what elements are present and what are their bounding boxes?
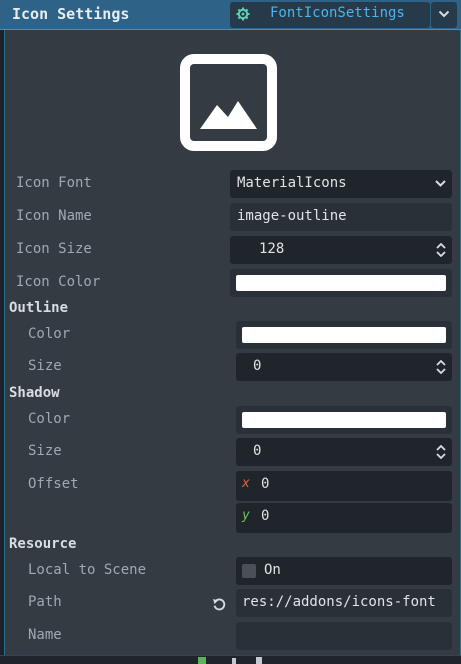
shadow-offset-y-value: 0 [261, 508, 270, 524]
spin-arrows-icon[interactable] [436, 243, 446, 257]
shadow-size-spinbox[interactable]: 0 [236, 438, 452, 466]
shadow-color-picker[interactable] [236, 406, 452, 434]
name-input[interactable] [236, 622, 452, 650]
resource-section-title: Resource [9, 536, 77, 552]
color-swatch [242, 327, 446, 343]
shadow-offset-x-value: 0 [261, 476, 270, 492]
icon-font-value: MaterialIcons [237, 175, 347, 191]
outline-section-title: Outline [9, 300, 69, 316]
resource-picker[interactable]: FontIconSettings [230, 2, 430, 28]
status-mark [256, 657, 262, 664]
icon-font-select[interactable]: MaterialIcons [230, 170, 452, 198]
shadow-offset-x-input[interactable]: x 0 [236, 471, 452, 501]
icon-color-picker[interactable] [230, 269, 452, 297]
local-to-scene-checkbox[interactable]: On [236, 557, 452, 585]
icon-name-value: image-outline [237, 208, 347, 224]
local-to-scene-label: Local to Scene [28, 562, 147, 578]
shadow-size-value: 0 [253, 443, 262, 459]
color-swatch [236, 275, 446, 291]
icon-size-spinbox[interactable]: 128 [230, 236, 452, 264]
chevron-down-icon [435, 180, 446, 187]
axis-x-label: x [242, 476, 250, 491]
outline-size-spinbox[interactable]: 0 [236, 353, 452, 381]
shadow-color-label: Color [28, 411, 71, 427]
icon-font-label: Icon Font [16, 175, 92, 191]
icon-name-label: Icon Name [16, 208, 92, 224]
icon-name-input[interactable]: image-outline [230, 203, 452, 231]
revert-icon[interactable] [212, 597, 226, 611]
path-label: Path [28, 594, 62, 610]
shadow-offset-label: Offset [28, 476, 79, 492]
spin-arrows-icon[interactable] [436, 360, 446, 374]
chevron-down-icon [438, 10, 450, 18]
bottom-bar [0, 655, 461, 664]
icon-color-label: Icon Color [16, 274, 101, 290]
icon-size-value: 128 [259, 241, 285, 257]
section-title: Icon Settings [12, 5, 130, 23]
outline-size-label: Size [28, 358, 62, 374]
name-label: Name [28, 627, 62, 643]
path-value: res://addons/icons-font [242, 594, 436, 610]
shadow-section-title: Shadow [9, 385, 60, 401]
outline-color-picker[interactable] [236, 321, 452, 349]
gear-icon [236, 7, 250, 21]
local-to-scene-value: On [264, 562, 281, 578]
resource-name: FontIconSettings [270, 5, 405, 21]
resource-dropdown-button[interactable] [431, 2, 457, 28]
shadow-size-label: Size [28, 443, 62, 459]
axis-y-label: y [242, 508, 250, 523]
image-outline-icon [180, 54, 277, 151]
checkbox-icon [242, 564, 256, 578]
spin-arrows-icon[interactable] [436, 445, 446, 459]
inspector-header: Icon Settings FontIconSettings [0, 0, 461, 30]
color-swatch [242, 412, 446, 428]
outline-size-value: 0 [253, 358, 262, 374]
shadow-offset-y-input[interactable]: y 0 [236, 503, 452, 533]
outline-color-label: Color [28, 326, 71, 342]
status-icon [198, 657, 206, 664]
path-input[interactable]: res://addons/icons-font [236, 589, 452, 617]
status-mark [232, 658, 236, 664]
icon-size-label: Icon Size [16, 241, 92, 257]
